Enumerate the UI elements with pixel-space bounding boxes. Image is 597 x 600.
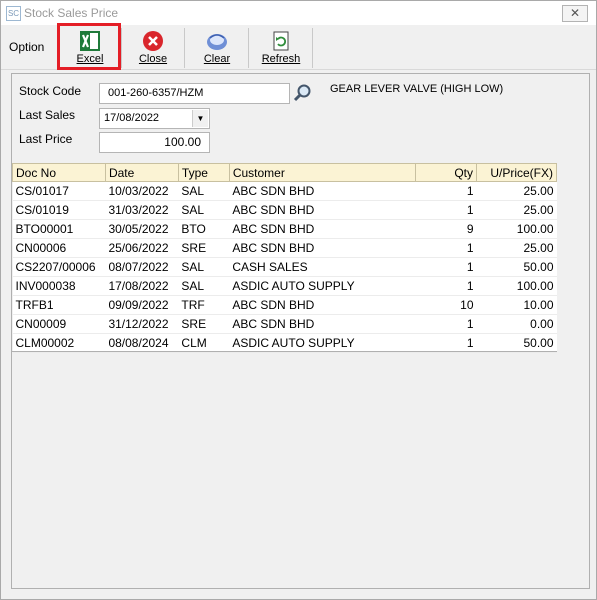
- cell-customer: CASH SALES: [229, 257, 416, 277]
- cell-qty: 9: [415, 219, 477, 239]
- cell-customer: ABC SDN BHD: [229, 200, 416, 220]
- cell-unit-price: 25.00: [476, 200, 557, 220]
- clear-button-label: Clear: [203, 53, 231, 65]
- cell-date: 10/03/2022: [105, 181, 179, 201]
- cell-type: TRF: [178, 295, 230, 315]
- cell-customer: ABC SDN BHD: [229, 295, 416, 315]
- refresh-button-label: Refresh: [261, 53, 301, 65]
- table-row[interactable]: CN00009 31/12/2022 SRE ABC SDN BHD 1 0.0…: [12, 314, 557, 334]
- cell-customer: ABC SDN BHD: [229, 314, 416, 334]
- cell-type: BTO: [178, 219, 230, 239]
- col-header-unit-price[interactable]: U/Price(FX): [476, 163, 557, 182]
- cell-qty: 1: [415, 333, 477, 353]
- col-header-qty[interactable]: Qty: [415, 163, 477, 182]
- clear-icon: [207, 34, 227, 50]
- cell-qty: 1: [415, 314, 477, 334]
- search-icon: [293, 84, 311, 102]
- cell-qty: 10: [415, 295, 477, 315]
- cell-doc-no: CLM00002: [12, 333, 106, 353]
- cell-doc-no: BTO00001: [12, 219, 106, 239]
- cell-customer: ASDIC AUTO SUPPLY: [229, 333, 416, 353]
- cell-unit-price: 100.00: [476, 276, 557, 296]
- last-price-label: Last Price: [19, 132, 73, 146]
- cell-qty: 1: [415, 181, 477, 201]
- cell-qty: 1: [415, 200, 477, 220]
- window-close-button[interactable]: ✕: [562, 5, 588, 22]
- stock-sales-price-window: SC Stock Sales Price ✕ Option Excel Clos…: [0, 0, 597, 600]
- cell-unit-price: 25.00: [476, 181, 557, 201]
- stock-description: GEAR LEVER VALVE (HIGH LOW): [330, 83, 504, 95]
- cell-unit-price: 10.00: [476, 295, 557, 315]
- cell-unit-price: 25.00: [476, 238, 557, 258]
- cell-doc-no: CS/01019: [12, 200, 106, 220]
- cell-unit-price: 100.00: [476, 219, 557, 239]
- col-header-date[interactable]: Date: [104, 163, 179, 182]
- close-button-label: Close: [138, 53, 168, 65]
- option-label: Option: [9, 40, 45, 54]
- cell-unit-price: 50.00: [476, 257, 557, 277]
- cell-date: 31/03/2022: [105, 200, 179, 220]
- table-row[interactable]: INV000038 17/08/2022 SAL ASDIC AUTO SUPP…: [12, 276, 557, 296]
- table-row[interactable]: BTO00001 30/05/2022 BTO ABC SDN BHD 9 10…: [12, 219, 557, 239]
- cell-doc-no: CN00009: [12, 314, 106, 334]
- table-bottom-border: [12, 351, 557, 352]
- table-row[interactable]: TRFB1 09/09/2022 TRF ABC SDN BHD 10 10.0…: [12, 295, 557, 315]
- cell-customer: ASDIC AUTO SUPPLY: [229, 276, 416, 296]
- stock-code-label: Stock Code: [19, 84, 82, 98]
- close-circle-icon: [143, 31, 163, 51]
- cell-type: SAL: [178, 276, 230, 296]
- cell-unit-price: 50.00: [476, 333, 557, 353]
- excel-highlight-box: [57, 23, 121, 70]
- cell-date: 31/12/2022: [105, 314, 179, 334]
- cell-customer: ABC SDN BHD: [229, 219, 416, 239]
- last-sales-date-field[interactable]: 17/08/2022 ▼: [99, 108, 210, 129]
- cell-customer: ABC SDN BHD: [229, 181, 416, 201]
- table-row[interactable]: CS/01017 10/03/2022 SAL ABC SDN BHD 1 25…: [12, 181, 557, 201]
- cell-type: SAL: [178, 257, 230, 277]
- cell-date: 30/05/2022: [105, 219, 179, 239]
- cell-date: 09/09/2022: [105, 295, 179, 315]
- cell-date: 17/08/2022: [105, 276, 179, 296]
- last-sales-label: Last Sales: [19, 108, 76, 122]
- cell-doc-no: CS2207/00006: [12, 257, 106, 277]
- cell-date: 08/07/2022: [105, 257, 179, 277]
- table-row[interactable]: CS/01019 31/03/2022 SAL ABC SDN BHD 1 25…: [12, 200, 557, 220]
- cell-qty: 1: [415, 257, 477, 277]
- stock-search-button[interactable]: [291, 82, 315, 105]
- cell-doc-no: CS/01017: [12, 181, 106, 201]
- cell-doc-no: CN00006: [12, 238, 106, 258]
- stock-code-input[interactable]: 001-260-6357/HZM: [99, 83, 290, 104]
- cell-type: SRE: [178, 314, 230, 334]
- window-title: Stock Sales Price: [24, 6, 119, 20]
- sales-history-table: Doc No Date Type Customer Qty U/Price(FX…: [12, 163, 557, 353]
- cell-date: 08/08/2024: [105, 333, 179, 353]
- close-button[interactable]: Close: [122, 28, 185, 68]
- col-header-doc-no[interactable]: Doc No: [12, 163, 106, 182]
- cell-type: CLM: [178, 333, 230, 353]
- cell-unit-price: 0.00: [476, 314, 557, 334]
- clear-button[interactable]: Clear: [186, 28, 249, 68]
- table-row[interactable]: CS2207/00006 08/07/2022 SAL CASH SALES 1…: [12, 257, 557, 277]
- app-icon: SC: [6, 6, 21, 21]
- cell-doc-no: TRFB1: [12, 295, 106, 315]
- cell-customer: ABC SDN BHD: [229, 238, 416, 258]
- table-row[interactable]: CN00006 25/06/2022 SRE ABC SDN BHD 1 25.…: [12, 238, 557, 258]
- cell-type: SAL: [178, 200, 230, 220]
- col-header-type[interactable]: Type: [177, 163, 230, 182]
- cell-qty: 1: [415, 238, 477, 258]
- cell-date: 25/06/2022: [105, 238, 179, 258]
- cell-type: SRE: [178, 238, 230, 258]
- chevron-down-icon[interactable]: ▼: [192, 110, 208, 127]
- cell-doc-no: INV000038: [12, 276, 106, 296]
- table-header-row: Doc No Date Type Customer Qty U/Price(FX…: [12, 163, 557, 182]
- last-price-field[interactable]: 100.00: [99, 132, 210, 153]
- table-row[interactable]: CLM00002 08/08/2024 CLM ASDIC AUTO SUPPL…: [12, 333, 557, 353]
- refresh-button[interactable]: Refresh: [250, 28, 313, 68]
- col-header-customer[interactable]: Customer: [228, 163, 417, 182]
- cell-type: SAL: [178, 181, 230, 201]
- last-sales-date-value: 17/08/2022: [104, 112, 160, 124]
- refresh-icon: [273, 31, 289, 51]
- cell-qty: 1: [415, 276, 477, 296]
